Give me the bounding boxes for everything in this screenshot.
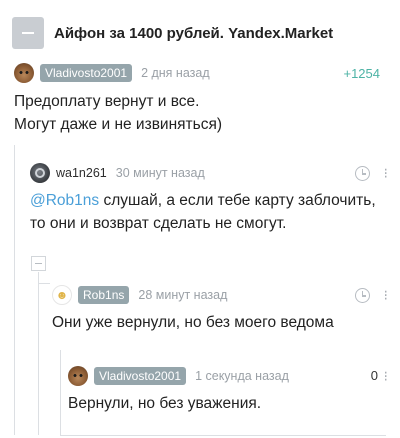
avatar[interactable]: ☻: [52, 285, 72, 305]
post-title[interactable]: Айфон за 1400 рублей. Yandex.Market: [54, 25, 333, 42]
comment-rating: 0: [370, 368, 378, 383]
comment-text-line: Могут даже и не извиняться): [14, 116, 223, 133]
comment-time[interactable]: 2 дня назад: [141, 66, 210, 80]
more-dots-icon[interactable]: ⁝: [384, 368, 389, 385]
thread-line[interactable]: [60, 350, 61, 435]
comment-text-line: Предоплату вернут и все.: [14, 93, 200, 110]
divider: [60, 435, 386, 436]
collapse-post-icon[interactable]: [12, 17, 44, 49]
clock-icon[interactable]: [355, 166, 370, 181]
thread-line[interactable]: [14, 145, 15, 435]
mention-link[interactable]: @Rob1ns: [30, 192, 99, 209]
author-badge[interactable]: Rob1ns: [78, 286, 130, 304]
thread-line[interactable]: [38, 272, 39, 435]
author-badge[interactable]: Vladivosto2001: [40, 64, 133, 82]
comment-time[interactable]: 1 секунда назад: [195, 369, 289, 383]
comment-text: слушай, а если тебе карту заблочить,: [99, 192, 376, 209]
comment-4-meta: Vladivosto2001 1 секунда назад: [68, 365, 289, 387]
post-header: Айфон за 1400 рублей. Yandex.Market: [12, 16, 392, 50]
more-dots-icon[interactable]: ⁝: [384, 287, 389, 304]
comment-time[interactable]: 28 минут назад: [138, 288, 227, 302]
comment-3-meta: ☻ Rob1ns 28 минут назад: [52, 284, 227, 306]
comment-4-text: Вернули, но без уважения.: [68, 395, 262, 412]
comment-3-text: Они уже вернули, но без моего ведома: [52, 314, 334, 331]
collapse-thread-icon[interactable]: [31, 256, 46, 271]
author-name[interactable]: wa1n261: [56, 166, 107, 180]
comment-1-text: Предоплату вернут и все. Могут даже и не…: [14, 90, 222, 136]
comment-text-line: то они и возврат сделать не смогут.: [30, 215, 287, 232]
comment-1-meta: Vladivosto2001 2 дня назад: [14, 62, 210, 84]
clock-icon[interactable]: [355, 288, 370, 303]
thread-branch: [38, 283, 50, 284]
avatar[interactable]: [68, 366, 88, 386]
comment-rating: +1254: [343, 66, 380, 81]
more-dots-icon[interactable]: ⁝: [384, 165, 389, 182]
avatar[interactable]: [14, 63, 34, 83]
comment-time[interactable]: 30 минут назад: [116, 166, 205, 180]
avatar[interactable]: [30, 163, 50, 183]
author-badge[interactable]: Vladivosto2001: [94, 367, 187, 385]
comment-2-text: @Rob1ns слушай, а если тебе карту заблоч…: [30, 189, 376, 235]
comment-text-line: @Rob1ns слушай, а если тебе карту заблоч…: [30, 189, 376, 212]
comment-2-meta: wa1n261 30 минут назад: [30, 162, 205, 184]
